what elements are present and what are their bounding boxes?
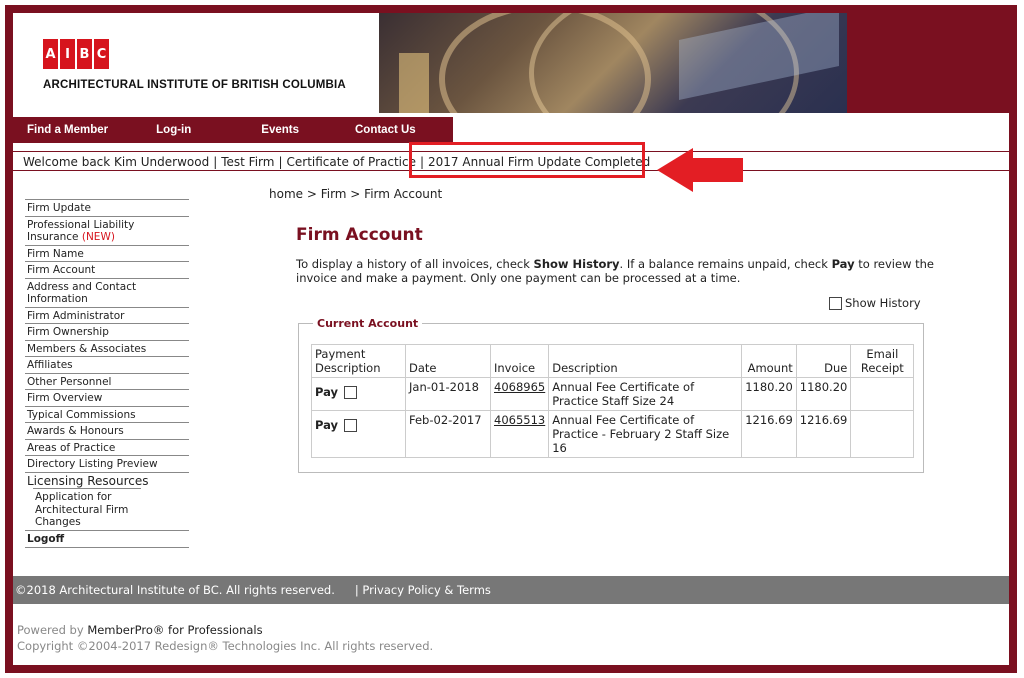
table-header-row: Payment Description Date Invoice Descrip… [311, 344, 915, 378]
instr-text: . If a balance remains unpaid, check [619, 257, 832, 271]
logo-area[interactable]: A I B C ARCHITECTURAL INSTITUTE OF BRITI… [13, 13, 379, 113]
sidebar-item-other-personnel[interactable]: Other Personnel [25, 372, 189, 390]
pay-label: Pay [315, 385, 339, 399]
sidebar-section-licensing-resources[interactable]: Licensing Resources [25, 471, 189, 489]
col-date: Date [405, 344, 491, 378]
logoff-link[interactable]: Logoff [25, 529, 189, 548]
table-row: Pay Jan-01-2018 4068965 Annual Fee Certi… [311, 377, 915, 411]
page-title: Firm Account [296, 225, 423, 245]
welcome-certificate: Certificate of Practice [286, 155, 416, 169]
invoice-link[interactable]: 4068965 [489, 377, 550, 411]
col-invoice: Invoice [489, 344, 550, 378]
logo-letter: C [94, 39, 109, 69]
invoice-link[interactable]: 4065513 [489, 410, 550, 458]
sidebar-item-awards-honours[interactable]: Awards & Honours [25, 422, 189, 439]
footer-bar: ©2018 Architectural Institute of BC. All… [13, 576, 1009, 604]
org-name: ARCHITECTURAL INSTITUTE OF BRITISH COLUM… [43, 79, 346, 91]
invoice-description: Annual Fee Certificate of Practice - Feb… [548, 410, 743, 458]
sidebar-item-areas-of-practice[interactable]: Areas of Practice [25, 438, 189, 456]
status-highlight-box [409, 142, 645, 178]
email-receipt-cell [850, 410, 915, 458]
invoice-amount: 1216.69 [741, 410, 797, 458]
header-banner-image [379, 13, 847, 113]
sidebar-item-address-contact[interactable]: Address and Contact Information [25, 277, 189, 307]
page-content: A I B C ARCHITECTURAL INSTITUTE OF BRITI… [13, 13, 1009, 665]
pay-cell: Pay [311, 410, 406, 458]
col-email-receipt: Email Receipt [850, 344, 915, 378]
logo-letter: A [43, 39, 58, 69]
invoice-due: 1216.69 [795, 410, 852, 458]
sidebar-item-firm-ownership[interactable]: Firm Ownership [25, 323, 189, 340]
site-header: A I B C ARCHITECTURAL INSTITUTE OF BRITI… [13, 13, 1009, 113]
col-description: Description [548, 344, 743, 378]
sidebar-item-firm-update[interactable]: Firm Update [25, 199, 189, 216]
sidebar-item-firm-name[interactable]: Firm Name [25, 244, 189, 262]
sidebar-item-typical-commissions[interactable]: Typical Commissions [25, 405, 189, 423]
pay-checkbox[interactable] [344, 385, 358, 399]
privacy-policy-link[interactable]: | Privacy Policy & Terms [355, 583, 491, 597]
email-receipt-cell [850, 377, 915, 411]
sidebar-item-members-associates[interactable]: Members & Associates [25, 339, 189, 357]
aibc-logo: A I B C [43, 39, 109, 69]
sidebar-item-professional-liability-insurance[interactable]: Professional Liability Insurance (NEW) [25, 215, 189, 245]
memberpro-link[interactable]: MemberPro® for Professionals [87, 623, 262, 637]
nav-log-in[interactable]: Log-in [156, 124, 191, 136]
sidebar-item-label: Professional Liability Insurance [27, 218, 135, 244]
powered-by: Powered by MemberPro® for Professionals [17, 623, 263, 637]
logo-letter: I [60, 39, 75, 69]
breadcrumb: home > Firm > Firm Account [269, 187, 443, 201]
current-account-fieldset: Current Account Payment Description Date… [298, 317, 924, 473]
instr-text: To display a history of all invoices, ch… [296, 257, 534, 271]
pay-cell: Pay [311, 377, 406, 411]
vendor-copyright: Copyright ©2004-2017 Redesign® Technolog… [17, 639, 434, 653]
show-history-label: Show History [845, 296, 921, 310]
nav-find-a-member[interactable]: Find a Member [27, 124, 108, 136]
show-history-checkbox[interactable] [829, 296, 842, 310]
col-amount: Amount [741, 344, 797, 378]
page-frame: A I B C ARCHITECTURAL INSTITUTE OF BRITI… [5, 5, 1017, 673]
col-due: Due [795, 344, 852, 378]
invoice-date: Jan-01-2018 [405, 377, 491, 411]
main-nav: Find a Member Log-in Events Contact Us [13, 117, 453, 143]
logo-letter: B [77, 39, 92, 69]
pay-checkbox[interactable] [344, 418, 358, 432]
welcome-greeting: Welcome back Kim Underwood [23, 155, 210, 169]
nav-contact-us[interactable]: Contact Us [355, 124, 416, 136]
instructions-text: To display a history of all invoices, ch… [296, 257, 936, 285]
invoice-amount: 1180.20 [741, 377, 797, 411]
instr-bold: Show History [533, 257, 620, 271]
nav-events[interactable]: Events [261, 124, 299, 136]
sidebar-item-affiliates[interactable]: Affiliates [25, 356, 189, 373]
invoice-due: 1180.20 [795, 377, 852, 411]
invoice-table: Payment Description Date Invoice Descrip… [311, 344, 915, 458]
welcome-bar: Welcome back Kim Underwood | Test Firm | Cer… [13, 142, 1009, 192]
show-history-control[interactable]: Show History [829, 296, 921, 310]
new-badge: (NEW) [81, 231, 115, 243]
footer-copyright: ©2018 Architectural Institute of BC. All… [15, 583, 335, 597]
sidebar-item-firm-overview[interactable]: Firm Overview [25, 389, 189, 406]
sidebar-nav: Firm Update Professional Liability Insur… [25, 199, 189, 548]
col-payment-description: Payment Description [311, 344, 406, 378]
instr-bold: Pay [831, 257, 855, 271]
sidebar-item-application-firm-changes[interactable]: Application for Architectural Firm Chang… [33, 488, 141, 530]
invoice-date: Feb-02-2017 [405, 410, 491, 458]
sidebar-item-directory-listing-preview[interactable]: Directory Listing Preview [25, 455, 189, 472]
sidebar-item-firm-administrator[interactable]: Firm Administrator [25, 306, 189, 324]
powered-prefix: Powered by [17, 623, 88, 637]
welcome-firm: Test Firm [221, 155, 275, 169]
pay-label: Pay [315, 418, 339, 432]
invoice-description: Annual Fee Certificate of Practice Staff… [548, 377, 743, 411]
current-account-legend: Current Account [313, 317, 423, 330]
red-arrow-icon [657, 148, 743, 192]
sidebar-item-firm-account[interactable]: Firm Account [25, 261, 189, 278]
table-row: Pay Feb-02-2017 4065513 Annual Fee Certi… [311, 410, 915, 458]
